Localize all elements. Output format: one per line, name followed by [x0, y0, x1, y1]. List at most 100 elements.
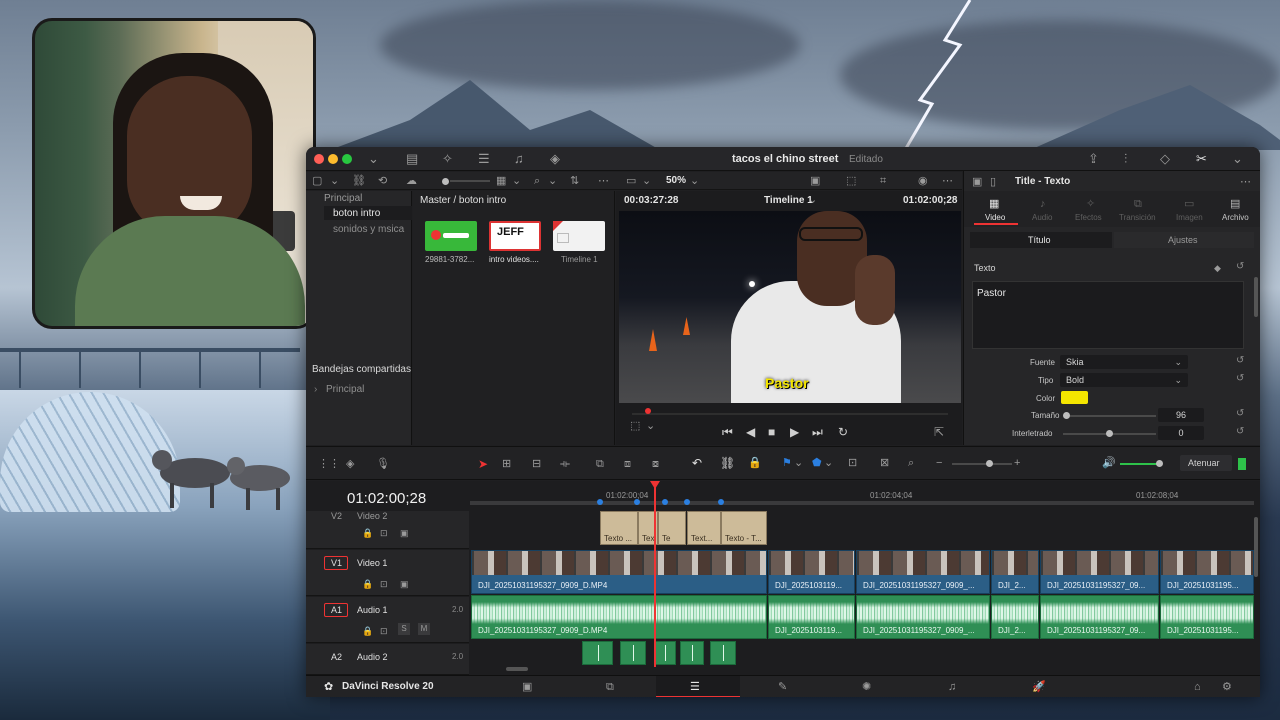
timeline-view-icon[interactable]: ⋮⋮ [318, 457, 340, 471]
blade-icon[interactable]: ⟛ [560, 457, 570, 471]
marker-icon[interactable]: ⬟ [812, 456, 822, 470]
auto-select-icon[interactable]: ⊡ [380, 624, 388, 638]
audio-clip[interactable]: DJI_2025103119... [768, 595, 855, 639]
selection-arrow-icon[interactable]: ➤ [478, 457, 488, 471]
tab-effects[interactable]: ✧ Efectos [1070, 193, 1114, 225]
cut-page-icon[interactable]: ⧉ [606, 680, 614, 694]
zoom-detail-icon[interactable]: ⊠ [880, 456, 889, 470]
timeline-vertical-scrollbar[interactable] [1254, 517, 1258, 577]
bins-header[interactable]: Principal [324, 193, 362, 204]
share-icon[interactable]: ⇪ [1088, 151, 1099, 167]
chevron-right-icon[interactable]: › [314, 384, 317, 395]
zoom-in-icon[interactable]: + [1014, 456, 1020, 470]
atenuar-button[interactable]: Atenuar [1180, 455, 1232, 471]
timeline-marker[interactable] [597, 499, 603, 505]
sound-effect-clip[interactable] [710, 641, 736, 665]
reset-icon[interactable]: ↺ [1236, 373, 1244, 384]
timeline-zoom-knob[interactable] [986, 460, 993, 467]
maximize-window-button[interactable] [342, 154, 352, 164]
solo-button[interactable]: S [398, 623, 410, 635]
sound-effect-clip[interactable] [620, 641, 646, 665]
zoom-full-icon[interactable]: ⊡ [848, 456, 857, 470]
reset-icon[interactable]: ↺ [1236, 261, 1244, 272]
dynamic-trim-icon[interactable]: ⊟ [532, 457, 541, 471]
sound-effect-clip[interactable] [582, 641, 613, 665]
snapping-icon[interactable]: ↶ [692, 456, 702, 470]
panel-toggle-icon[interactable]: ▢ [312, 174, 322, 188]
video-clip[interactable]: DJI_2... [991, 550, 1039, 594]
chevron-down-icon[interactable]: ⌄ [368, 151, 379, 167]
size-slider-knob[interactable] [1063, 412, 1070, 419]
volume-slider[interactable] [1120, 463, 1160, 465]
edit-index-icon[interactable]: ☰ [478, 151, 490, 167]
media-clip-thumb-1[interactable] [425, 221, 477, 251]
panel-icon[interactable]: ▯ [990, 175, 996, 189]
effects-icon[interactable]: ✧ [442, 151, 453, 167]
chevron-down-icon[interactable]: ⌄ [808, 193, 817, 207]
microphone-icon[interactable]: 🎙 [376, 457, 390, 471]
inspector-scrollbar[interactable] [1254, 277, 1258, 317]
keyframe-icon[interactable]: ◆ [1214, 261, 1221, 275]
reset-icon[interactable]: ↺ [1236, 408, 1244, 419]
playhead-marker[interactable] [645, 408, 651, 414]
title-clip[interactable]: Texto - T... [721, 511, 767, 545]
timeline-thumb[interactable] [553, 221, 605, 251]
fairlight-page-icon[interactable]: ♫ [948, 680, 956, 694]
auto-select-icon[interactable]: ⊡ [380, 577, 388, 591]
linked-selection-icon[interactable]: ⛓ [720, 456, 735, 470]
minimize-window-button[interactable] [328, 154, 338, 164]
size-slider[interactable] [1070, 415, 1156, 417]
tab-transition[interactable]: ⧉ Transición [1116, 193, 1164, 225]
audio-clip[interactable]: DJI_20251031195327_0909_... [856, 595, 990, 639]
subtab-ajustes[interactable]: Ajustes [1114, 232, 1254, 248]
metadata-icon[interactable]: ◇ [1160, 151, 1170, 167]
mute-button[interactable]: M [418, 623, 430, 635]
auto-select-icon[interactable]: ⊡ [380, 526, 388, 540]
bin-item-boton-intro[interactable]: boton intro [324, 206, 412, 220]
track-visibility-icon[interactable]: ▣ [400, 577, 409, 591]
tracking-input[interactable]: 0 [1158, 426, 1204, 440]
volume-knob[interactable] [1156, 460, 1163, 467]
loop-icon[interactable]: ↻ [838, 425, 848, 439]
link-icon[interactable]: ⛓ [352, 174, 366, 188]
timeline-marker[interactable] [718, 499, 724, 505]
audio-clip[interactable]: DJI_2... [991, 595, 1039, 639]
chevron-down-icon[interactable]: ⌄ [824, 456, 833, 470]
style-select[interactable]: Bold ⌄ [1060, 373, 1188, 387]
color-wheel-icon[interactable]: ◉ [918, 174, 928, 188]
viewer-layout-icon[interactable]: ▭ [626, 174, 636, 188]
thumbnail-size-slider[interactable] [442, 178, 449, 185]
audio-clip[interactable]: DJI_20251031195327_09... [1040, 595, 1159, 639]
flag-icon[interactable]: ⚑ [782, 456, 792, 470]
tab-image[interactable]: ▭ Imagen [1168, 193, 1212, 225]
overwrite-clip-icon[interactable]: ⧈ [624, 457, 631, 471]
chevron-down-icon[interactable]: ⌄ [330, 174, 339, 188]
flags-icon[interactable]: ◈ [550, 151, 560, 167]
timeline-ruler[interactable]: 01:02:00;04 01:02:04;04 01:02:08;04 [470, 481, 1260, 511]
play-reverse-icon[interactable]: ◀ [746, 425, 755, 439]
stop-icon[interactable]: ■ [768, 425, 775, 439]
timeline-marker[interactable] [684, 499, 690, 505]
zoom-out-icon[interactable]: − [936, 456, 942, 470]
media-clip-label[interactable]: 29881-3782... [425, 255, 474, 264]
mixer-icon[interactable]: ⫶ [1124, 151, 1127, 167]
viewer-scrubber[interactable] [632, 413, 948, 415]
insert-clip-icon[interactable]: ⧉ [596, 457, 604, 471]
more-options-icon[interactable]: ⋯ [598, 174, 609, 188]
size-input[interactable]: 96 [1158, 408, 1204, 422]
sound-library-icon[interactable]: ♫ [514, 151, 524, 167]
reset-icon[interactable]: ↺ [1236, 426, 1244, 437]
replace-clip-icon[interactable]: ⧇ [652, 457, 659, 471]
tab-video[interactable]: ▦ Video [974, 193, 1018, 225]
close-window-button[interactable] [314, 154, 324, 164]
timeline-playhead[interactable] [654, 483, 656, 667]
timeline-zoom-slider[interactable] [952, 463, 1012, 465]
ruler-scroll[interactable] [470, 501, 1254, 505]
zoom-custom-icon[interactable]: ⌕ [908, 456, 914, 470]
skip-forward-icon[interactable]: ⏭ [812, 425, 823, 439]
video-clip[interactable]: DJI_2025103119... [768, 550, 855, 594]
snap-icon[interactable]: ◈ [346, 457, 354, 471]
lock-icon[interactable]: 🔒 [362, 624, 373, 638]
skip-back-icon[interactable]: ⏮ [722, 425, 733, 439]
sync-icon[interactable]: ⟲ [378, 174, 387, 188]
